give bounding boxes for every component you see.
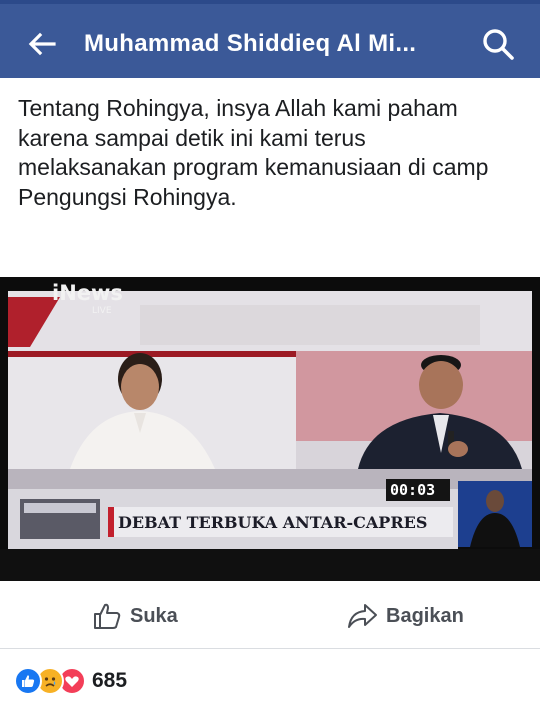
back-arrow-icon[interactable] xyxy=(26,28,58,60)
search-icon[interactable] xyxy=(480,26,516,62)
like-reaction-icon xyxy=(14,667,42,695)
share-arrow-icon xyxy=(348,604,377,628)
share-button[interactable]: Bagikan xyxy=(346,598,464,634)
top-app-bar: Muhammad Shiddieq Al Mi... xyxy=(0,0,540,78)
reactions-summary[interactable]: 685 xyxy=(14,666,127,696)
broadcast-caption: DEBAT TERBUKA ANTAR-CAPRES xyxy=(118,513,427,532)
page-title: Muhammad Shiddieq Al Mi... xyxy=(84,30,417,57)
share-label: Bagikan xyxy=(386,604,464,627)
like-button[interactable]: Suka xyxy=(92,598,178,634)
post-body-text: Tentang Rohingya, insya Allah kami paham… xyxy=(18,95,489,210)
timer-readout: 00:03 xyxy=(390,481,435,499)
reaction-count: 685 xyxy=(92,669,128,692)
like-label: Suka xyxy=(130,604,178,627)
divider xyxy=(0,648,540,649)
thumbs-up-icon xyxy=(94,603,121,629)
tv-screenshot-image: iNews LIVE 00:03 DEBAT TERBUKA ANTAR-CAP… xyxy=(0,277,540,581)
channel-logo: iNews xyxy=(52,281,123,305)
live-badge: LIVE xyxy=(92,306,112,316)
post-actions-bar: Suka Bagikan xyxy=(0,588,540,644)
post-photo[interactable]: iNews LIVE 00:03 DEBAT TERBUKA ANTAR-CAP… xyxy=(0,277,540,581)
